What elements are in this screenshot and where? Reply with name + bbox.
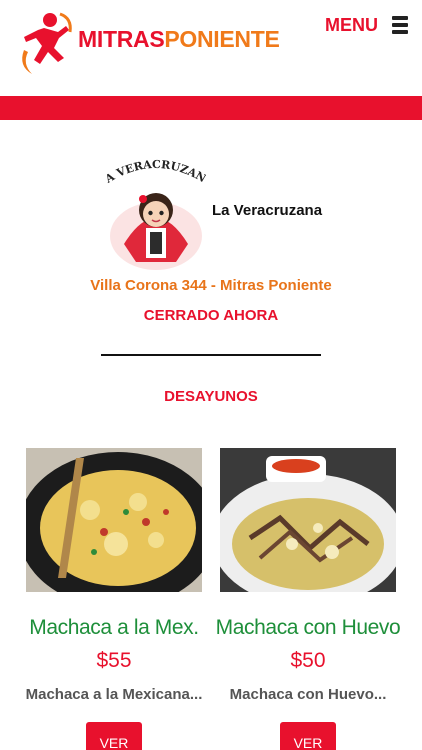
restaurant-name: La Veracruzana — [212, 202, 323, 219]
menu-section-title: DESAYUNOS — [164, 388, 258, 405]
menu-item-card[interactable]: Machaca con Huevo $50 Machaca con Huevo.… — [216, 448, 401, 750]
view-item-button[interactable]: VER — [86, 722, 142, 750]
menu-item-card[interactable]: Machaca a la Mex. $55 Machaca a la Mexic… — [26, 448, 202, 750]
view-item-button[interactable]: VER — [280, 722, 336, 750]
restaurant-logo-text: LA VERACRUZANA — [106, 152, 206, 186]
menu-item-title: Machaca con Huevo — [215, 616, 401, 639]
menu-label: MENU — [325, 14, 378, 35]
header-accent-bar — [0, 96, 422, 120]
menu-button[interactable]: MENU — [325, 12, 408, 38]
brand-name-part-2: PONIENTE — [164, 26, 280, 52]
open-status: CERRADO AHORA — [143, 307, 279, 324]
app-header: MITRASPONIENTE MENU — [0, 0, 422, 96]
hamburger-icon — [392, 16, 408, 34]
menu-item-price: $55 — [96, 649, 132, 672]
menu-item-description: Machaca con Huevo... — [229, 686, 387, 703]
menu-item-title: Machaca a la Mex. — [29, 616, 199, 639]
section-divider — [101, 354, 321, 356]
dish-photo[interactable] — [26, 448, 202, 592]
restaurant-logo: LA VERACRUZANA — [106, 152, 206, 270]
dish-photo[interactable] — [220, 448, 396, 592]
menu-item-price: $50 — [290, 649, 326, 672]
brand-logo-text: MITRASPONIENTE — [78, 26, 280, 53]
brand-name-part-1: MITRAS — [78, 26, 165, 52]
restaurant-address: Villa Corona 344 - Mitras Poniente — [90, 277, 332, 294]
runner-logo-icon[interactable] — [14, 8, 76, 78]
menu-item-description: Machaca a la Mexicana... — [25, 686, 203, 703]
